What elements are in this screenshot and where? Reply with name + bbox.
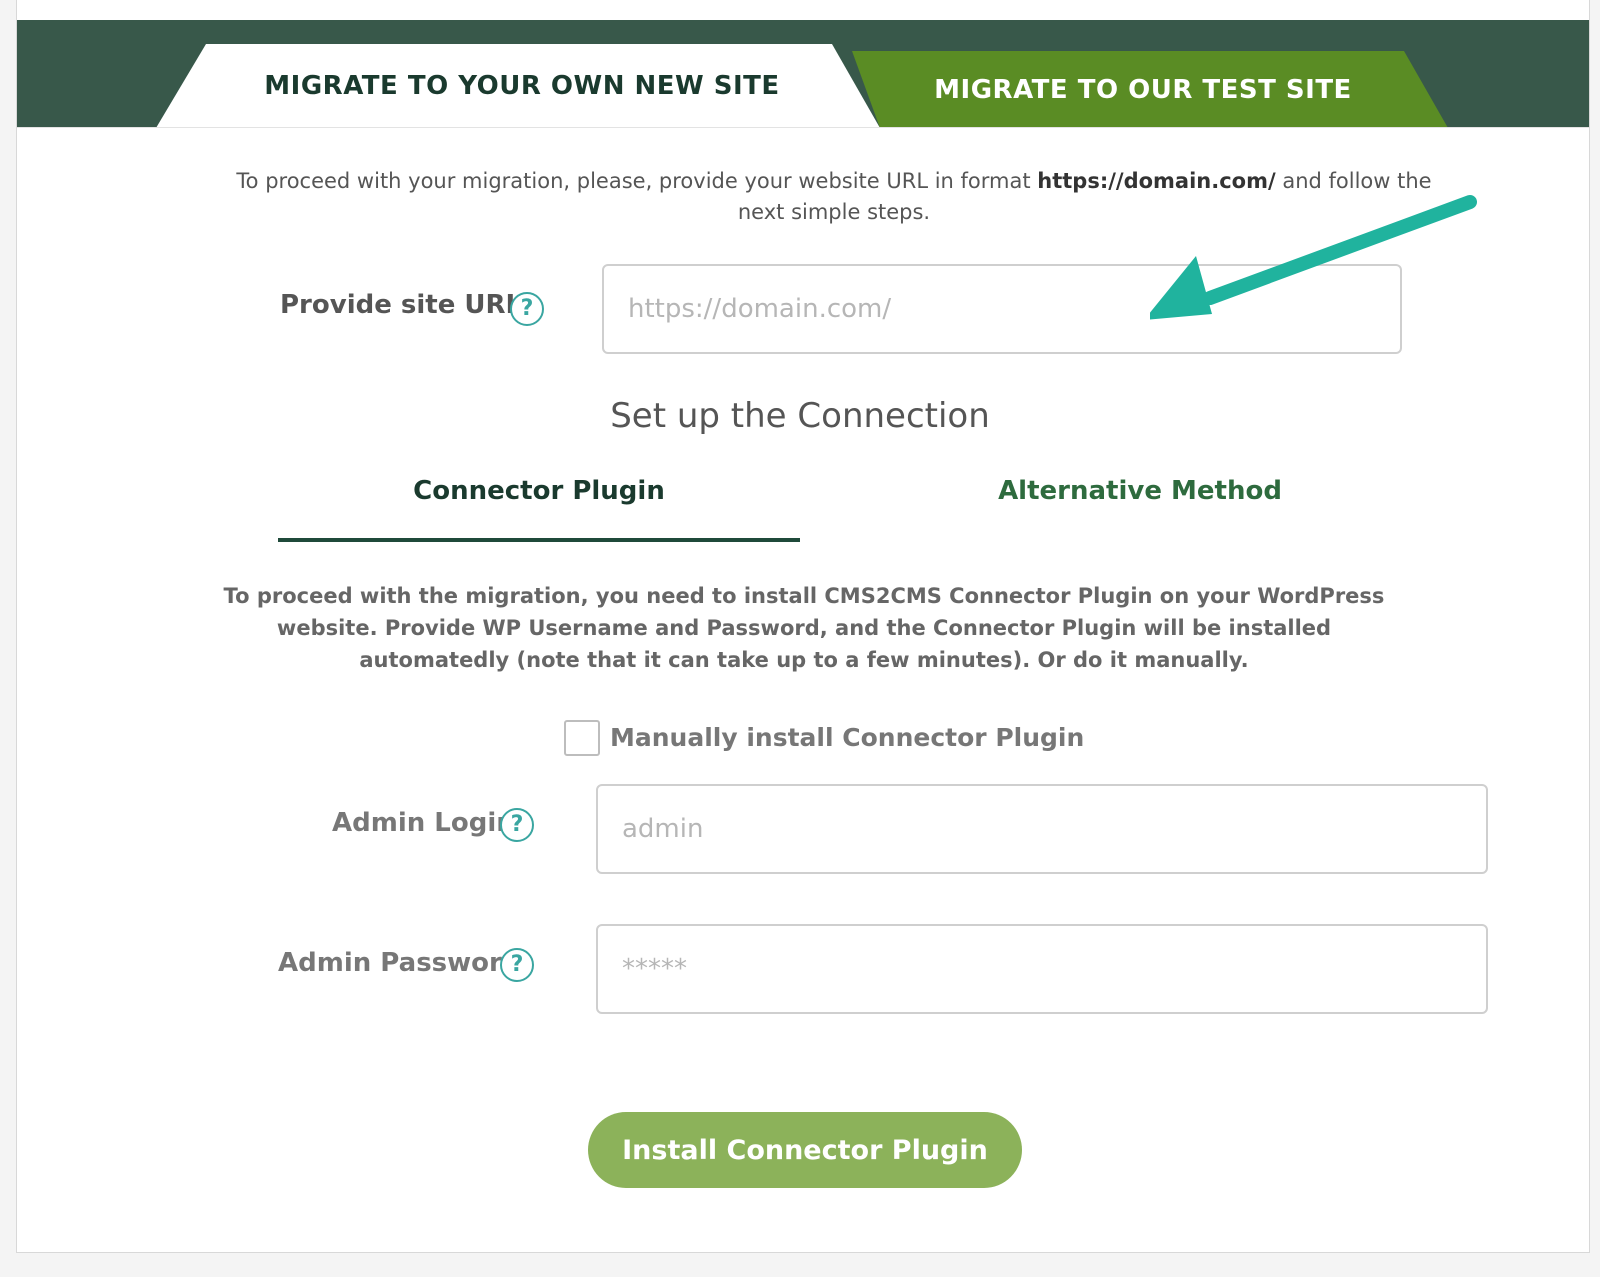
install-connector-plugin-button[interactable]: Install Connector Plugin (588, 1112, 1022, 1188)
manual-install-label[interactable]: Manually install Connector Plugin (610, 720, 1084, 756)
tab-connector-plugin[interactable]: Connector Plugin (278, 476, 800, 532)
admin-password-label: Admin Password (278, 948, 521, 978)
intro-before: To proceed with your migration, please, … (236, 169, 1038, 193)
connection-title: Set up the Connection (610, 396, 990, 436)
manual-install-checkbox[interactable] (564, 720, 600, 756)
divider (17, 127, 1589, 128)
site-url-label: Provide site URL (280, 290, 523, 320)
plugin-description: To proceed with the migration, you need … (223, 584, 1385, 672)
tab-alternative-method[interactable]: Alternative Method (860, 476, 1420, 532)
admin-login-label: Admin Login (332, 808, 515, 838)
tab-migrate-test-site[interactable]: MIGRATE TO OUR TEST SITE (852, 51, 1448, 128)
help-icon[interactable]: ? (500, 808, 534, 842)
tab-migrate-own-site[interactable]: MIGRATE TO YOUR OWN NEW SITE (156, 44, 880, 128)
tab-test-site-label: MIGRATE TO OUR TEST SITE (934, 74, 1352, 105)
tab-own-site-label: MIGRATE TO YOUR OWN NEW SITE (264, 71, 780, 101)
help-icon[interactable]: ? (500, 948, 534, 982)
active-tab-indicator (278, 538, 800, 542)
help-icon[interactable]: ? (510, 292, 544, 326)
arrow-pointer-icon (1150, 195, 1477, 320)
admin-password-input[interactable] (596, 924, 1488, 1014)
admin-login-input[interactable] (596, 784, 1488, 874)
